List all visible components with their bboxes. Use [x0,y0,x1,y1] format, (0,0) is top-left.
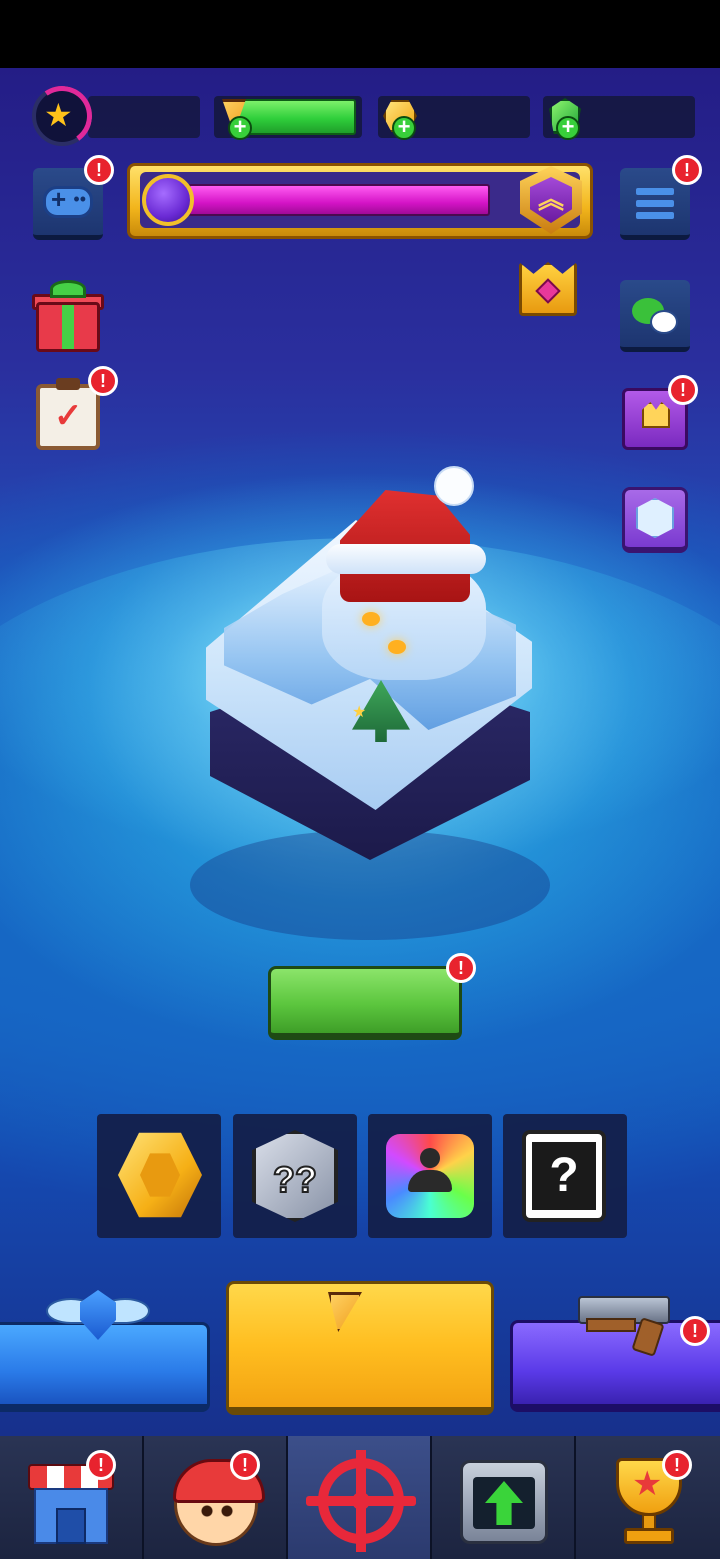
nav-hero-alert-badge: ! [230,1450,260,1480]
nav-trophies-alert-badge: ! [662,1450,692,1480]
hamburger-menu-icon [636,188,674,224]
yeti-eye-right [388,640,406,654]
status-strip [0,0,720,68]
weapon-alert-badge: ! [680,1316,710,1346]
gift-icon[interactable] [36,302,100,352]
santa-hat-brim [326,544,486,574]
santa-hat-pom [434,466,474,506]
tree-star-icon: ★ [352,704,367,721]
green-action-button[interactable] [268,966,462,1040]
play-button[interactable] [226,1281,494,1415]
nav-battle[interactable] [288,1436,432,1559]
upgrade-arrow-icon [460,1460,548,1544]
nav-shop-alert-badge: ! [86,1450,116,1480]
star-icon: ★ [44,97,73,133]
gift-bow [50,280,86,298]
menu-alert-badge: ! [672,155,702,185]
nav-hero[interactable]: ! [144,1436,288,1559]
tasks-alert-badge: ! [88,366,118,396]
bottom-nav: ! ! ★ ! [0,1436,720,1559]
gamepad-icon [43,184,93,218]
nav-shop[interactable]: ! [0,1436,144,1559]
nav-trophies[interactable]: ★ ! [576,1436,720,1559]
add-coins-button[interactable]: + [392,116,416,140]
add-gems-button[interactable]: + [556,116,580,140]
add-energy-button[interactable]: + [228,116,252,140]
game-modes-alert-badge: ! [84,155,114,185]
nav-upgrade[interactable] [432,1436,576,1559]
chat-button[interactable] [620,280,690,352]
winged-shield-icon [46,1290,150,1354]
chat-bubble [650,310,678,334]
purple-orb-icon [142,174,194,226]
level-xp-track [88,96,200,138]
revolver-icon [578,1290,680,1357]
person-silhouette-icon [408,1148,452,1204]
green-button-alert-badge: ! [446,953,476,983]
mystery-card-icon: ? [532,1142,596,1210]
clipboard-check-icon[interactable] [36,378,100,450]
royal-chest-alert-badge: ! [668,375,698,405]
yeti-eye-left [362,612,380,626]
energy-bar-fill [238,99,356,135]
season-progress-fill [188,184,490,216]
crosshair-bar [306,1496,416,1506]
